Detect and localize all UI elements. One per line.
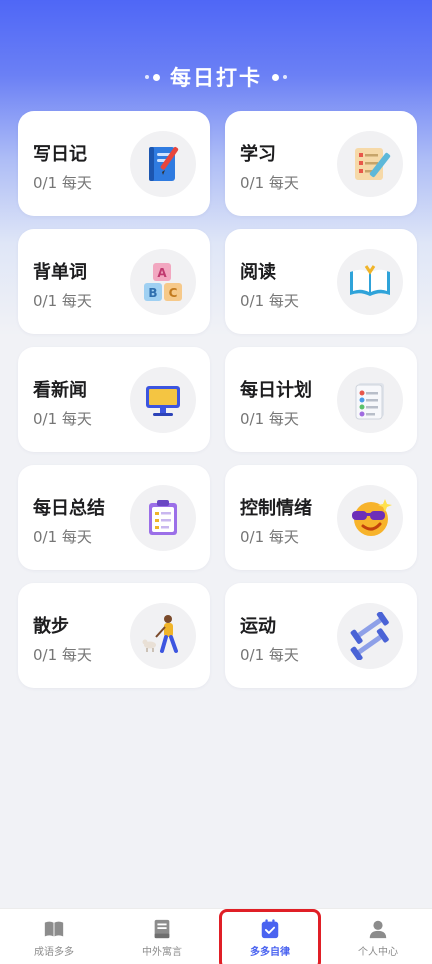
card-progress: 0/1 每天: [240, 174, 299, 192]
tab-profile[interactable]: 个人中心: [324, 909, 432, 964]
checkin-card-daily-plan[interactable]: 每日计划 0/1 每天: [225, 347, 417, 452]
notebook-pen-icon: [130, 131, 196, 197]
page-header: 每日打卡: [0, 60, 432, 94]
book-icon: [44, 921, 64, 937]
card-progress: 0/1 每天: [240, 410, 299, 428]
walking-dog-icon: [130, 603, 196, 669]
tab-label: 成语多多: [34, 947, 74, 958]
checkin-card-reading[interactable]: 阅读 0/1 每天: [225, 229, 417, 334]
left-dots-decoration: [145, 73, 160, 81]
sunglasses-emoji-icon: [337, 485, 403, 551]
card-progress: 0/1 每天: [33, 528, 92, 546]
monitor-icon: [130, 367, 196, 433]
card-title: 每日总结: [33, 498, 105, 519]
person-icon: [369, 920, 387, 939]
clipboard-icon: [130, 485, 196, 551]
checkin-card-news[interactable]: 看新闻 0/1 每天: [18, 347, 210, 452]
card-progress: 0/1 每天: [33, 292, 92, 310]
card-title: 运动: [240, 616, 276, 637]
card-progress: 0/1 每天: [240, 646, 299, 664]
checkin-card-emotion-control[interactable]: 控制情绪 0/1 每天: [225, 465, 417, 570]
checkin-card-vocabulary[interactable]: 背单词 0/1 每天 A B C: [18, 229, 210, 334]
document-icon: [154, 919, 170, 939]
bottom-tab-bar: 成语多多 中外寓言 多多自律 个人中心: [0, 908, 432, 964]
card-title: 学习: [240, 144, 276, 165]
card-title: 每日计划: [240, 380, 312, 401]
card-title: 写日记: [33, 144, 87, 165]
tab-self-discipline[interactable]: 多多自律: [216, 909, 324, 964]
tab-idioms[interactable]: 成语多多: [0, 909, 108, 964]
card-title: 看新闻: [33, 380, 87, 401]
checkin-card-walk[interactable]: 散步 0/1 每天: [18, 583, 210, 688]
card-progress: 0/1 每天: [33, 174, 92, 192]
card-progress: 0/1 每天: [33, 410, 92, 428]
card-progress: 0/1 每天: [240, 528, 299, 546]
tab-label: 中外寓言: [142, 947, 182, 958]
page-title: 每日打卡: [170, 66, 262, 90]
checkin-card-exercise[interactable]: 运动 0/1 每天: [225, 583, 417, 688]
card-progress: 0/1 每天: [240, 292, 299, 310]
calendar-check-icon: [261, 919, 279, 939]
card-title: 控制情绪: [240, 498, 312, 519]
checkin-grid: 写日记 0/1 每天 学习 0/1 每天 背单词 0/1 每天 A B C 阅读…: [18, 111, 418, 688]
checkin-card-diary[interactable]: 写日记 0/1 每天: [18, 111, 210, 216]
tab-label: 个人中心: [358, 947, 398, 958]
tab-fables[interactable]: 中外寓言: [108, 909, 216, 964]
checkin-card-daily-summary[interactable]: 每日总结 0/1 每天: [18, 465, 210, 570]
svg-text:A: A: [157, 266, 167, 280]
dumbbell-icon: [337, 603, 403, 669]
card-title: 散步: [33, 616, 69, 637]
checkin-card-study[interactable]: 学习 0/1 每天: [225, 111, 417, 216]
card-title: 背单词: [33, 262, 87, 283]
list-paper-icon: [337, 367, 403, 433]
card-title: 阅读: [240, 262, 276, 283]
svg-text:C: C: [169, 286, 178, 300]
tab-label: 多多自律: [250, 947, 290, 958]
right-dots-decoration: [272, 73, 287, 81]
abc-blocks-icon: A B C: [130, 249, 196, 315]
card-progress: 0/1 每天: [33, 646, 92, 664]
svg-text:B: B: [148, 286, 157, 300]
open-book-icon: [337, 249, 403, 315]
checklist-pencil-icon: [337, 131, 403, 197]
